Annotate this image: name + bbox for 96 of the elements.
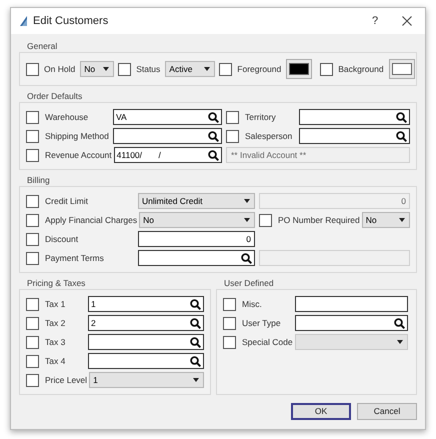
field-label: Foreground — [237, 62, 282, 76]
caret-icon — [244, 218, 250, 222]
field-label: Tax 4 — [45, 354, 66, 368]
color-swatch-button[interactable] — [388, 59, 415, 79]
checkbox[interactable] — [26, 232, 39, 246]
group-title: Pricing & Taxes — [26, 277, 86, 289]
lookup-field[interactable] — [295, 315, 408, 331]
input-field[interactable] — [295, 296, 408, 312]
field-label: Warehouse — [45, 110, 90, 124]
field-label: Apply Financial Charges — [45, 214, 138, 226]
lookup-field[interactable]: 1 — [88, 296, 204, 312]
field-label: User Type — [242, 316, 282, 330]
group-title: User Defined — [223, 277, 275, 289]
search-icon[interactable] — [190, 298, 201, 310]
close-icon — [402, 16, 412, 26]
field-label: Credit Limit — [45, 194, 89, 208]
search-icon[interactable] — [208, 150, 219, 160]
readout-field: ** Invalid Account ** — [226, 147, 410, 163]
dialog-button[interactable]: Cancel — [357, 403, 417, 420]
lookup-field[interactable]: 41100/ / — [114, 147, 222, 163]
checkbox[interactable] — [26, 130, 39, 142]
checkbox[interactable] — [26, 214, 39, 226]
window-title: Edit Customers — [33, 14, 108, 29]
dropdown[interactable]: No — [80, 61, 114, 77]
search-icon[interactable] — [190, 336, 201, 348]
field-label: Tax 1 — [45, 298, 66, 310]
caret-icon — [204, 67, 210, 71]
field-label: Payment Terms — [45, 252, 105, 264]
dropdown[interactable]: No — [362, 212, 410, 228]
caret-icon — [399, 218, 405, 222]
input-field[interactable]: 0 — [138, 231, 255, 247]
dropdown[interactable]: No — [139, 212, 255, 228]
checkbox[interactable] — [219, 62, 232, 76]
readout-field: 0 — [259, 193, 410, 209]
search-icon[interactable] — [208, 112, 219, 122]
group-title: Order Defaults — [26, 90, 84, 102]
color-swatch-button[interactable] — [286, 59, 312, 79]
checkbox[interactable] — [226, 110, 239, 124]
field-label: Background — [338, 62, 384, 76]
checkbox[interactable] — [26, 316, 39, 330]
checkbox[interactable] — [118, 62, 132, 76]
checkbox[interactable] — [26, 148, 39, 162]
group-title: General — [26, 40, 58, 52]
field-label: Salesperson — [245, 130, 294, 142]
dialog-button[interactable]: OK — [291, 403, 351, 420]
checkbox[interactable] — [26, 252, 39, 264]
caret-icon — [103, 67, 110, 71]
search-icon[interactable] — [208, 130, 219, 142]
field-label: Shipping Method — [45, 130, 110, 142]
search-icon[interactable] — [396, 112, 407, 122]
dropdown[interactable]: Active — [165, 61, 216, 77]
dropdown[interactable]: 1 — [89, 372, 204, 388]
search-icon[interactable] — [396, 130, 407, 142]
checkbox[interactable] — [223, 336, 236, 348]
field-label: PO Number Required — [278, 214, 361, 226]
search-icon[interactable] — [190, 318, 201, 328]
field-label: Tax 2 — [45, 316, 66, 330]
field-label: Discount — [45, 232, 80, 246]
checkbox[interactable] — [320, 62, 334, 76]
search-icon[interactable] — [241, 252, 252, 264]
checkbox[interactable] — [226, 130, 239, 142]
dropdown[interactable]: Unlimited Credit — [138, 193, 255, 209]
checkbox[interactable] — [26, 110, 39, 124]
help-button[interactable]: ? — [365, 12, 385, 30]
caret-icon — [244, 199, 250, 203]
lookup-field[interactable] — [299, 109, 410, 125]
field-label: Price Level — [45, 374, 88, 386]
lookup-field[interactable]: VA — [113, 109, 222, 125]
field-label: Status — [136, 62, 160, 76]
caret-icon — [193, 378, 199, 382]
lookup-field[interactable] — [113, 128, 222, 144]
field-label: Territory — [245, 110, 277, 124]
field-label: Tax 3 — [45, 336, 66, 348]
field-label: Misc. — [242, 298, 263, 310]
app-logo-icon — [19, 15, 29, 27]
lookup-field[interactable] — [88, 334, 204, 350]
group-title: Billing — [26, 174, 51, 186]
field-label: Special Code — [242, 336, 294, 348]
lookup-field[interactable] — [299, 128, 410, 144]
search-icon[interactable] — [190, 356, 201, 366]
field-label: Revenue Account — [45, 148, 113, 162]
checkbox[interactable] — [26, 354, 39, 368]
checkbox[interactable] — [26, 298, 39, 310]
caret-icon — [397, 340, 403, 344]
search-icon[interactable] — [394, 318, 405, 328]
checkbox[interactable] — [26, 194, 39, 208]
checkbox[interactable] — [223, 316, 236, 330]
checkbox[interactable] — [223, 298, 236, 310]
lookup-field[interactable]: 2 — [88, 315, 204, 331]
field-label: On Hold — [44, 62, 76, 76]
lookup-field[interactable] — [138, 250, 255, 266]
checkbox[interactable] — [26, 374, 39, 386]
checkbox[interactable] — [259, 214, 272, 226]
checkbox[interactable] — [26, 336, 39, 348]
lookup-field[interactable] — [88, 353, 204, 369]
checkbox[interactable] — [26, 62, 39, 76]
